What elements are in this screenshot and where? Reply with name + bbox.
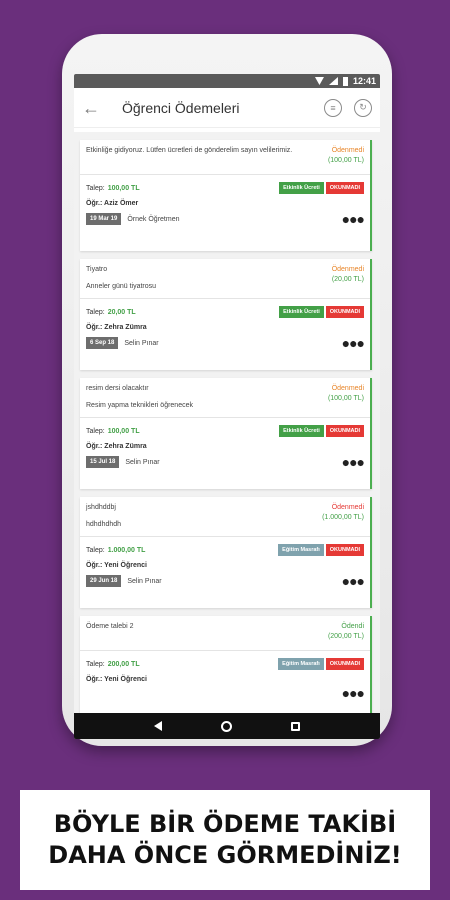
payment-status: Ödenmedi (20,00 TL) [332, 265, 364, 290]
payment-card[interactable]: jshdhddbj hdhdhdhdh Ödenmedi (1.000,00 T… [80, 497, 372, 608]
payment-description: resim dersi olacaktır [86, 385, 149, 392]
refresh-icon[interactable]: ↻ [354, 98, 372, 117]
back-arrow-icon[interactable]: ← [82, 99, 100, 117]
status-label: Ödendi [341, 623, 364, 630]
date-badge: 6 Sep 18 [86, 337, 119, 349]
payment-detail: Anneler günü tiyatrosu [86, 283, 157, 290]
teacher-name: Selin Pınar [127, 577, 162, 585]
payment-type-badge: Eğitim Masrafı [278, 544, 324, 556]
payment-status: Ödendi (200,00 TL) [328, 622, 364, 642]
payment-detail: Resim yapma teknikleri öğrenecek [86, 402, 193, 409]
date-badge: 19 Mar 19 [86, 213, 122, 225]
filter-list-icon[interactable]: ≡ [324, 98, 342, 117]
requested-amount: Talep: 20,00 TL [86, 308, 136, 316]
page-title: Öğrenci Ödemeleri [122, 99, 240, 116]
status-label: Ödenmedi [331, 147, 364, 154]
payment-card[interactable]: Etkinliğe gidiyoruz. Lütfen ücretleri de… [80, 140, 372, 251]
student-name: Öğr.: Yeni Öğrenci [86, 675, 147, 683]
app-screen: 12:41 ← Öğrenci Ödemeleri ≡ ↻ Etkinliğe … [74, 74, 380, 739]
unread-badge: OKUNMADI [325, 306, 364, 318]
status-amount: (1.000,00 TL) [322, 514, 364, 521]
payment-list[interactable]: Etkinliğe gidiyoruz. Lütfen ücretleri de… [74, 132, 380, 713]
requested-amount: Talep: 200,00 TL [86, 660, 140, 668]
unread-badge: OKUNMADI [325, 425, 364, 437]
requested-amount: Talep: 1.000,00 TL [86, 546, 146, 554]
teacher-name: Selin Pınar [125, 458, 160, 466]
student-name: Öğr.: Aziz Ömer [86, 199, 139, 207]
student-name: Öğr.: Yeni Öğrenci [86, 561, 147, 569]
more-options-icon[interactable]: ●●● [342, 212, 365, 226]
payment-card[interactable]: Tiyatro Anneler günü tiyatrosu Ödenmedi … [80, 259, 372, 370]
requested-amount: Talep: 100,00 TL [86, 427, 140, 435]
payment-description: jshdhddbj [86, 504, 116, 511]
promo-line-1: BÖYLE BİR ÖDEME TAKİBİ [53, 810, 397, 838]
status-label: Ödenmedi [331, 385, 364, 392]
card-divider [80, 298, 370, 299]
date-badge: 29 Jun 18 [86, 575, 122, 587]
card-divider [80, 174, 370, 175]
requested-amount: Talep: 100,00 TL [86, 184, 140, 192]
payment-description: Etkinliğe gidiyoruz. Lütfen ücretleri de… [86, 147, 293, 154]
status-bar: 12:41 [74, 74, 380, 88]
app-bar: ← Öğrenci Ödemeleri ≡ ↻ [74, 88, 380, 128]
unread-badge: OKUNMADI [325, 544, 364, 556]
payment-status: Ödenmedi (100,00 TL) [328, 146, 364, 166]
more-options-icon[interactable]: ●●● [342, 455, 365, 469]
card-divider [80, 536, 370, 537]
status-label: Ödenmedi [331, 266, 364, 273]
student-name: Öğr.: Zehra Zümra [86, 442, 147, 450]
payment-status: Ödenmedi (1.000,00 TL) [322, 503, 364, 528]
student-name: Öğr.: Zehra Zümra [86, 323, 147, 331]
status-amount: (20,00 TL) [331, 276, 364, 283]
unread-badge: OKUNMADI [325, 658, 364, 670]
battery-icon [342, 76, 348, 86]
more-options-icon[interactable]: ●●● [342, 574, 365, 588]
more-options-icon[interactable]: ●●● [342, 686, 365, 700]
payment-type-badge: Etkinlik Ücreti [279, 425, 324, 437]
status-amount: (100,00 TL) [327, 157, 364, 164]
payment-type-badge: Etkinlik Ücreti [279, 182, 324, 194]
payment-description: Ödeme talebi 2 [86, 623, 134, 630]
status-label: Ödenmedi [331, 504, 364, 511]
payment-description: Tiyatro [86, 266, 108, 273]
wifi-icon [314, 77, 324, 85]
status-time: 12:41 [352, 76, 376, 86]
card-divider [80, 417, 370, 418]
phone-frame: 12:41 ← Öğrenci Ödemeleri ≡ ↻ Etkinliğe … [62, 34, 392, 746]
payment-detail: hdhdhdhdh [86, 521, 122, 528]
payment-type-badge: Eğitim Masrafı [278, 658, 324, 670]
nav-recent-icon[interactable] [291, 721, 301, 731]
payment-card[interactable]: Ödeme talebi 2 Ödendi (200,00 TL) Talep:… [80, 616, 372, 713]
card-divider [80, 650, 370, 651]
promo-banner: BÖYLE BİR ÖDEME TAKİBİ DAHA ÖNCE GÖRMEDİ… [20, 790, 430, 890]
android-nav-bar [74, 713, 380, 739]
teacher-name: Selin Pınar [124, 339, 159, 347]
date-badge: 15 Jul 18 [86, 456, 120, 468]
more-options-icon[interactable]: ●●● [342, 336, 365, 350]
promo-line-2: DAHA ÖNCE GÖRMEDİNİZ! [48, 841, 402, 869]
status-amount: (200,00 TL) [327, 633, 364, 640]
nav-back-icon[interactable] [153, 721, 162, 731]
payment-status: Ödenmedi (100,00 TL) [328, 384, 364, 409]
teacher-name: Örnek Öğretmen [127, 215, 180, 223]
nav-home-icon[interactable] [220, 720, 232, 732]
payment-type-badge: Etkinlik Ücreti [279, 306, 324, 318]
payment-card[interactable]: resim dersi olacaktır Resim yapma teknik… [80, 378, 372, 489]
status-amount: (100,00 TL) [327, 395, 364, 402]
signal-icon [328, 77, 338, 85]
unread-badge: OKUNMADI [325, 182, 364, 194]
promo-text: BÖYLE BİR ÖDEME TAKİBİ DAHA ÖNCE GÖRMEDİ… [48, 809, 401, 871]
